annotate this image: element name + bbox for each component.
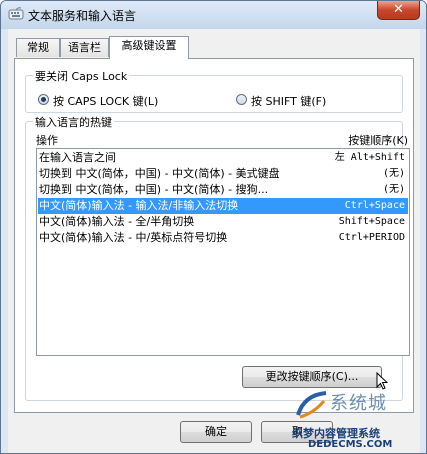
hotkey-row[interactable]: 在输入语言之间 左 Alt+Shift [38,150,408,166]
tab-advanced-key-settings[interactable]: 高级键设置 [109,36,189,59]
hotkey-action: 中文(简体)输入法 - 中/英标点符号切换 [39,231,228,244]
window-title: 文本服务和输入语言 [28,9,137,23]
watermark-line2: DEDECMS.COM [308,439,393,450]
hotkeys-group: 输入语言的热键 操作 按键顺序(K) 在输入语言之间 左 Alt+Shift 切… [25,114,410,401]
shift-key-radio[interactable]: 按 SHIFT 键(F) [236,93,356,108]
watermark-brand: 系统城 [330,393,387,414]
hotkeys-group-label: 输入语言的热键 [33,114,114,130]
change-key-sequence-button[interactable]: 更改按键顺序(C)... [242,366,382,388]
column-action-header: 操作 [36,134,58,147]
tab-language-bar[interactable]: 语言栏 [60,38,109,57]
hotkey-action: 切换到 中文(简体，中国) - 中文(简体) - 搜狗... [39,183,269,196]
radio-checked-icon [38,94,49,105]
hotkey-sequence: 左 Alt+Shift [334,152,405,163]
hotkey-row[interactable]: 中文(简体)输入法 - 中/英标点符号切换 Ctrl+PERIOD [38,230,408,246]
hotkeys-list[interactable]: 在输入语言之间 左 Alt+Shift 切换到 中文(简体，中国) - 中文(简… [36,148,410,356]
hotkey-action: 中文(简体)输入法 - 输入法/非输入法切换 [39,199,239,212]
hotkey-action: 切换到 中文(简体，中国) - 中文(简体) - 美式键盘 [39,167,280,180]
hotkeys-list-header: 操作 按键顺序(K) [36,132,408,147]
caps-lock-group: 要关闭 Caps Lock 按 CAPS LOCK 键(L) 按 SHIFT 键… [25,68,403,113]
hotkey-row-selected[interactable]: 中文(简体)输入法 - 输入法/非输入法切换 Ctrl+Space [38,198,408,214]
close-icon: ✕ [393,2,404,17]
advanced-key-settings-panel: 要关闭 Caps Lock 按 CAPS LOCK 键(L) 按 SHIFT 键… [14,58,414,413]
tab-general[interactable]: 常规 [16,38,60,57]
caps-lock-group-label: 要关闭 Caps Lock [33,68,130,84]
watermark: 系统城 织梦内容管理系统 DEDECMS.COM [286,391,426,453]
dialog-window: 文本服务和输入语言 ✕ 常规 语言栏 高级键设置 要关闭 Caps Lock 按… [0,0,427,454]
hotkey-action: 在输入语言之间 [39,151,116,164]
hotkey-action: 中文(简体)输入法 - 全/半角切换 [39,215,195,228]
hotkey-row[interactable]: 切换到 中文(简体，中国) - 中文(简体) - 搜狗... (无) [38,182,408,198]
radio-unchecked-icon [236,94,247,105]
keyboard-icon [8,7,24,20]
column-key-sequence-header: 按键顺序(K) [348,134,408,147]
hotkey-sequence: (无) [382,168,405,179]
hotkey-sequence: Ctrl+PERIOD [338,232,405,243]
title-bar[interactable]: 文本服务和输入语言 ✕ [1,1,426,29]
hotkey-sequence: Ctrl+Space [344,200,405,211]
shift-key-label: 按 SHIFT 键(F) [251,95,327,108]
caps-lock-key-radio[interactable]: 按 CAPS LOCK 键(L) [38,93,178,108]
hotkey-row[interactable]: 切换到 中文(简体，中国) - 中文(简体) - 美式键盘 (无) [38,166,408,182]
hotkey-sequence: Shift+Space [338,216,405,227]
hotkey-sequence: (无) [382,184,405,195]
caps-lock-key-label: 按 CAPS LOCK 键(L) [53,95,159,108]
watermark-logo-icon [296,391,327,419]
ok-button[interactable]: 确定 [180,421,252,443]
close-button[interactable]: ✕ [377,1,420,20]
hotkey-row[interactable]: 中文(简体)输入法 - 全/半角切换 Shift+Space [38,214,408,230]
